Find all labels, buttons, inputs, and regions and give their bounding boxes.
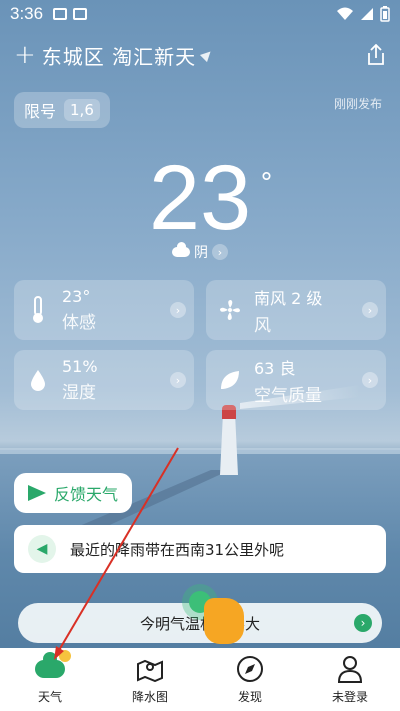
user-icon [335, 654, 365, 684]
tab-precipitation-label: 降水图 [131, 690, 168, 704]
weather-condition[interactable]: 阴 › [0, 242, 400, 262]
feels-like-value: 23° [62, 287, 91, 306]
weather-cloud-icon [35, 650, 71, 684]
fan-icon [216, 296, 244, 324]
droplet-icon [24, 366, 52, 394]
add-city-icon[interactable]: + [14, 42, 36, 68]
chevron-right-icon: › [170, 302, 186, 318]
tab-weather[interactable]: 天气 [0, 648, 100, 711]
air-quality-label: 空气质量 [254, 385, 322, 406]
chevron-right-icon: › [362, 302, 378, 318]
humidity-label: 湿度 [62, 383, 96, 403]
current-temperature: 23 [148, 147, 252, 249]
wind-value: 南风 2 级 [254, 288, 323, 308]
signal-icon [361, 8, 373, 20]
chevron-right-icon: › [354, 614, 372, 632]
wind-label: 风 [254, 315, 271, 336]
degree-symbol: ° [260, 168, 273, 198]
license-limit-badge[interactable]: 限号 1,6 [14, 92, 110, 128]
thermometer-icon [24, 296, 52, 324]
compass-icon [235, 654, 265, 684]
feedback-weather-button[interactable]: 反馈天气 [14, 473, 133, 513]
status-bar: 3:36 [0, 0, 400, 28]
speaker-icon: ◀ [28, 535, 56, 563]
tab-discover-label: 发现 [237, 690, 262, 704]
weather-detail-cards: 23° 体感 › 南风 2 级 风 › 51% 湿度 › 63 良 空气质量 › [14, 280, 386, 410]
tab-account-label: 未登录 [331, 690, 368, 704]
limit-numbers: 1,6 [64, 99, 100, 121]
card-air-quality[interactable]: 63 良 空气质量 › [206, 350, 386, 410]
tab-account[interactable]: 未登录 [300, 648, 400, 711]
battery-icon [380, 6, 390, 22]
rain-alert-banner[interactable]: ◀ 最近的降雨带在西南31公里外呢 [14, 525, 386, 573]
map-pin-icon [135, 654, 165, 684]
lighthouse-image [216, 405, 242, 475]
image-notification-icon [53, 8, 68, 20]
card-feels-like[interactable]: 23° 体感 › [14, 280, 194, 340]
share-icon[interactable] [366, 44, 386, 66]
tab-weather-label: 天气 [37, 690, 62, 704]
pointing-hand-icon [204, 598, 244, 644]
card-humidity[interactable]: 51% 湿度 › [14, 350, 194, 410]
chevron-right-icon: › [170, 372, 186, 388]
font-notification-icon [73, 8, 88, 20]
chevron-right-icon: › [212, 244, 228, 260]
status-time: 3:36 [10, 4, 44, 23]
tab-discover[interactable]: 发现 [200, 648, 300, 711]
location-title[interactable]: 东城区 淘汇新天 [42, 41, 196, 70]
feels-like-label: 体感 [62, 313, 96, 333]
horizon [0, 448, 400, 454]
bottom-tab-bar: 天气 降水图 发现 未登录 [0, 648, 400, 711]
limit-label: 限号 [24, 102, 57, 121]
card-wind[interactable]: 南风 2 级 风 › [206, 280, 386, 340]
cloud-icon [172, 242, 190, 257]
chevron-right-icon: › [362, 372, 378, 388]
alert-text: 最近的降雨带在西南31公里外呢 [70, 540, 285, 559]
condition-label: 阴 [194, 245, 208, 261]
leaf-icon [216, 366, 244, 394]
publish-time: 刚刚发布 [333, 97, 382, 111]
humidity-value: 51% [62, 357, 98, 376]
location-arrow-icon [200, 47, 215, 63]
feedback-label: 反馈天气 [54, 485, 119, 504]
header: + 东城区 淘汇新天 [14, 40, 386, 70]
air-quality-value: 63 良 [254, 358, 296, 378]
tab-precipitation-map[interactable]: 降水图 [100, 648, 200, 711]
send-plane-icon [28, 485, 46, 501]
wifi-icon [337, 7, 353, 20]
